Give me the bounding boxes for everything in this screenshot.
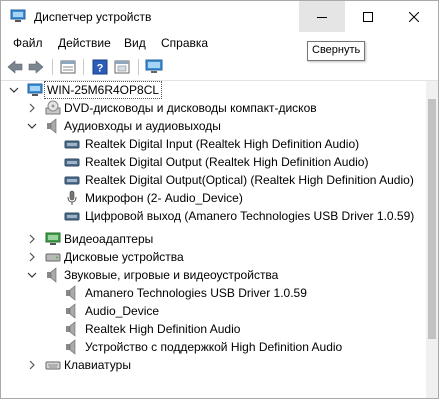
menu-help[interactable]: Справка — [161, 36, 208, 50]
collapse-chevron-icon[interactable] — [27, 270, 37, 280]
minimize-tooltip: Свернуть — [307, 41, 366, 61]
tree-device-label: Realtek Digital Output(Optical) (Realtek… — [85, 173, 414, 187]
speaker-icon — [66, 321, 76, 337]
tree-device[interactable]: Цифровой выход (Amanero Technologies USB… — [1, 207, 426, 225]
microphone-icon — [67, 190, 77, 205]
scrollbar-thumb[interactable] — [428, 99, 436, 339]
maximize-button[interactable] — [345, 1, 391, 32]
device-manager-icon — [10, 9, 26, 22]
toolbar-separator — [52, 59, 53, 75]
toolbar-separator — [83, 59, 84, 75]
computer-icon — [27, 83, 43, 96]
help-button[interactable]: ? — [91, 58, 109, 76]
tree-device-label: Audio_Device — [85, 304, 160, 318]
tree-device[interactable]: Realtek Digital Input (Realtek High Defi… — [1, 135, 426, 153]
tree-device[interactable]: Устройство с поддержкой High Definition … — [1, 338, 426, 356]
tree-device-label: Realtek Digital Input (Realtek High Defi… — [85, 137, 360, 151]
audio-port-icon — [64, 158, 80, 167]
toolbar: ? — [1, 54, 438, 81]
tree-category-label: Клавиатуры — [64, 358, 131, 372]
tree-category-label: DVD-дисководы и дисководы компакт-дисков — [64, 101, 317, 115]
collapse-chevron-icon[interactable] — [9, 85, 19, 95]
tree-device[interactable]: Realtek Digital Output (Realtek High Def… — [1, 153, 426, 171]
toolbar-separator — [138, 59, 139, 75]
tree-device-label: Устройство с поддержкой High Definition … — [85, 340, 343, 354]
tree-category-label: Аудиовходы и аудиовыходы — [64, 119, 221, 133]
audio-port-icon — [64, 176, 80, 185]
scan-hardware-button[interactable] — [145, 58, 163, 76]
tree-category[interactable]: Аудиовходы и аудиовыходы — [1, 117, 426, 135]
expand-chevron-icon[interactable] — [27, 234, 37, 244]
tree-category[interactable]: Клавиатуры — [1, 356, 426, 374]
tree-root-label: WIN-25M6R4OP8CL — [44, 81, 163, 99]
tree-device[interactable]: Amanero Technologies USB Driver 1.0.59 — [1, 284, 426, 302]
back-button[interactable] — [6, 58, 24, 76]
collapse-chevron-icon[interactable] — [27, 121, 37, 131]
forward-icon — [28, 60, 44, 74]
tree-category-label: Дисковые устройства — [64, 250, 184, 264]
close-icon — [409, 11, 419, 22]
help-icon: ? — [92, 59, 108, 75]
menu-bar: Файл Действие Вид Справка — [1, 32, 438, 54]
tree-device[interactable]: Микрофон (2- Audio_Device) — [1, 189, 426, 207]
speaker-icon — [66, 285, 76, 301]
show-hidden-icon — [114, 60, 130, 74]
show-hidden-button[interactable] — [113, 58, 131, 76]
display-adapter-icon — [45, 232, 61, 245]
menu-view[interactable]: Вид — [124, 36, 146, 50]
tree-device-label: Микрофон (2- Audio_Device) — [85, 191, 243, 205]
speaker-icon — [47, 118, 57, 134]
properties-button[interactable] — [59, 58, 77, 76]
tree-device-label: Amanero Technologies USB Driver 1.0.59 — [85, 286, 307, 300]
tree-category[interactable]: DVD-дисководы и дисководы компакт-дисков — [1, 99, 426, 117]
speaker-icon — [66, 339, 76, 355]
tree-device-label: Realtek High Definition Audio — [85, 322, 241, 336]
tree-category[interactable]: Дисковые устройства — [1, 248, 426, 266]
menu-file[interactable]: Файл — [13, 36, 43, 50]
window-title: Диспетчер устройств — [34, 10, 152, 24]
dvd-icon — [45, 100, 61, 115]
audio-port-icon — [64, 140, 80, 149]
tree-device-label: Realtek Digital Output (Realtek High Def… — [85, 155, 369, 169]
tree-device-label: Цифровой выход (Amanero Technologies USB… — [85, 209, 415, 223]
svg-text:?: ? — [97, 63, 104, 75]
title-bar: Диспетчер устройств — [1, 1, 438, 32]
minimize-icon — [317, 16, 327, 18]
tree-device[interactable]: Realtek High Definition Audio — [1, 320, 426, 338]
vertical-scrollbar[interactable] — [426, 81, 438, 398]
tree-category[interactable]: Видеоадаптеры — [1, 230, 426, 248]
disk-icon — [45, 253, 61, 262]
monitor-icon — [145, 59, 163, 73]
keyboard-icon — [45, 361, 61, 370]
close-button[interactable] — [391, 1, 437, 32]
audio-port-icon — [64, 212, 80, 221]
menu-action[interactable]: Действие — [58, 36, 111, 50]
tree-root[interactable]: WIN-25M6R4OP8CL — [1, 81, 426, 99]
tree-category[interactable]: Звуковые, игровые и видеоустройства — [1, 266, 426, 284]
back-icon — [7, 60, 23, 74]
minimize-button[interactable] — [299, 1, 345, 32]
tree-device[interactable]: Realtek Digital Output(Optical) (Realtek… — [1, 171, 426, 189]
expand-chevron-icon[interactable] — [27, 252, 37, 262]
tree-category-label: Звуковые, игровые и видеоустройства — [64, 268, 279, 282]
device-manager-window: Диспетчер устройств Свернуть Файл Действ… — [0, 0, 439, 399]
expand-chevron-icon[interactable] — [27, 360, 37, 370]
tree-category-label: Видеоадаптеры — [64, 232, 154, 246]
expand-chevron-icon[interactable] — [27, 103, 37, 113]
device-tree[interactable]: WIN-25M6R4OP8CL DVD-дисководы и дисковод… — [1, 81, 426, 398]
forward-button[interactable] — [27, 58, 45, 76]
tree-device[interactable]: Audio_Device — [1, 302, 426, 320]
properties-icon — [60, 60, 76, 74]
speaker-icon — [47, 267, 57, 283]
maximize-icon — [363, 11, 373, 22]
speaker-icon — [66, 303, 76, 319]
